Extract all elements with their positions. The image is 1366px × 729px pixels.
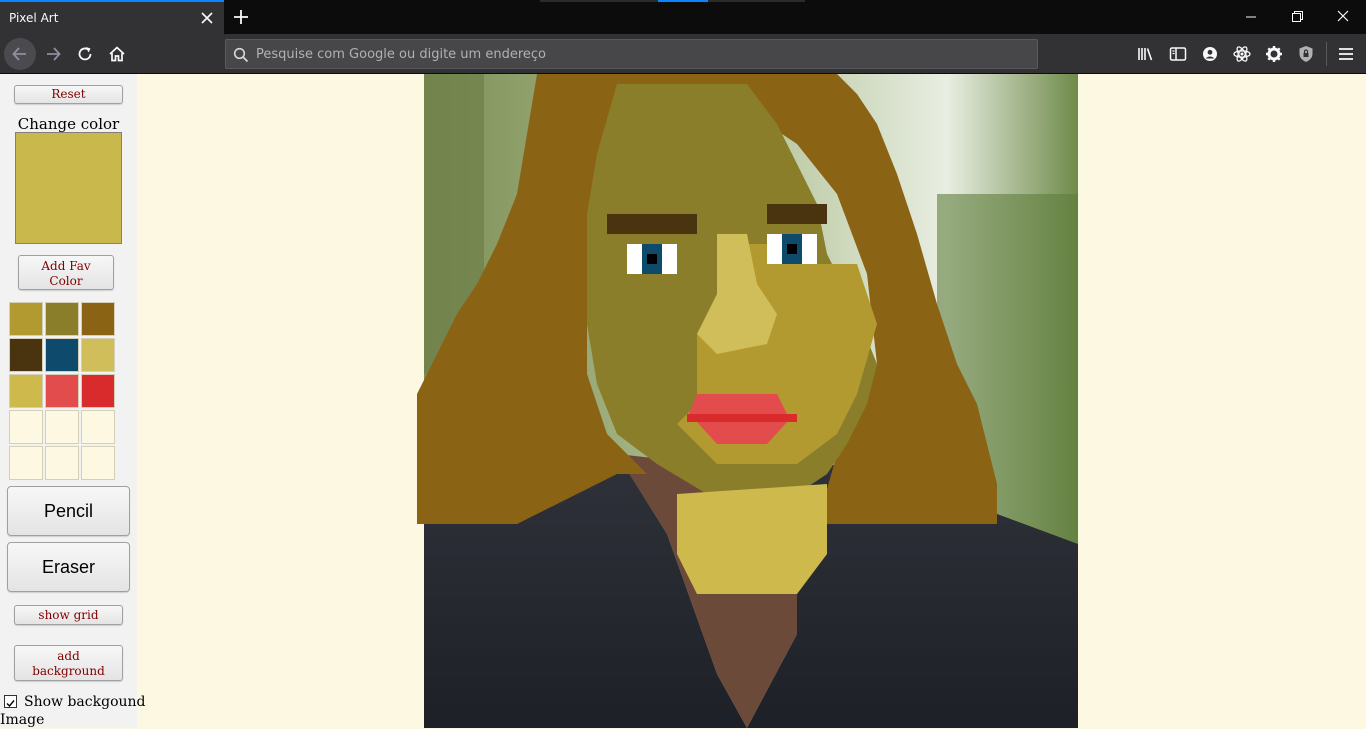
minimize-icon[interactable] [1239, 6, 1263, 28]
palette-swatch[interactable] [81, 446, 115, 480]
sidebar-icon[interactable] [1168, 44, 1188, 64]
loading-indicator [540, 0, 805, 2]
palette-swatch[interactable] [9, 302, 43, 336]
tab-title: Pixel Art [9, 11, 59, 25]
show-grid-button[interactable]: show grid [14, 605, 123, 625]
tool-sidebar: Reset Change color Add Fav Color Pencil … [0, 74, 146, 728]
palette-swatch[interactable] [9, 338, 43, 372]
palette-swatch[interactable] [9, 446, 43, 480]
left-pupil [647, 254, 657, 264]
close-icon[interactable] [1331, 6, 1355, 28]
close-icon[interactable] [198, 9, 216, 27]
hamburger-menu-icon[interactable] [1336, 44, 1356, 64]
right-pupil [787, 244, 797, 254]
palette-swatch[interactable] [45, 338, 79, 372]
forward-arrow-icon[interactable] [37, 38, 69, 70]
url-bar[interactable] [225, 39, 1038, 69]
palette-swatch[interactable] [45, 410, 79, 444]
reload-icon[interactable] [69, 38, 101, 70]
lip-line [687, 414, 797, 422]
account-icon[interactable] [1200, 44, 1220, 64]
palette-swatch[interactable] [45, 374, 79, 408]
add-fav-label-line1: Add Fav [41, 258, 91, 273]
palette-swatch[interactable] [81, 410, 115, 444]
add-bg-label-line2: background [32, 664, 105, 678]
right-brow [767, 204, 827, 224]
palette-swatch[interactable] [81, 338, 115, 372]
library-icon[interactable] [1136, 44, 1156, 64]
search-icon [233, 47, 249, 63]
palette-swatch[interactable] [45, 446, 79, 480]
left-brow [607, 214, 697, 234]
chin [677, 484, 827, 594]
back-arrow-icon[interactable] [4, 38, 36, 70]
home-icon[interactable] [101, 38, 133, 70]
add-fav-label-line2: Color [49, 273, 83, 288]
palette-swatch[interactable] [9, 410, 43, 444]
page-content: Reset Change color Add Fav Color Pencil … [0, 74, 1366, 728]
plus-icon[interactable] [230, 6, 252, 28]
pixel-art-canvas[interactable] [417, 74, 1078, 728]
reset-button[interactable]: Reset [14, 85, 123, 104]
show-background-label: Show backgound [24, 694, 146, 710]
add-background-button[interactable]: add background [14, 645, 123, 681]
palette-swatch[interactable] [45, 302, 79, 336]
gear-icon[interactable] [1264, 44, 1284, 64]
toolbar-separator [1326, 42, 1327, 66]
react-devtools-icon[interactable] [1232, 44, 1252, 64]
add-bg-label-line1: add [57, 649, 80, 663]
navigation-toolbar [0, 34, 1366, 74]
url-input[interactable] [256, 45, 1016, 63]
browser-titlebar: Pixel Art [0, 0, 1366, 34]
add-fav-color-button[interactable]: Add Fav Color [18, 255, 114, 290]
show-background-label-cont: Image [0, 712, 45, 728]
shield-icon[interactable] [1296, 44, 1316, 64]
restore-icon[interactable] [1285, 6, 1309, 28]
change-color-label: Change color [17, 115, 120, 133]
browser-tab[interactable]: Pixel Art [0, 0, 224, 34]
show-background-checkbox[interactable] [4, 695, 17, 708]
pixel-canvas-area[interactable] [417, 74, 1078, 728]
eraser-button[interactable]: Eraser [7, 542, 130, 592]
color-picker[interactable] [15, 132, 122, 244]
palette-swatch[interactable] [81, 374, 115, 408]
pencil-button[interactable]: Pencil [7, 486, 130, 536]
palette-swatch[interactable] [9, 374, 43, 408]
palette-swatch[interactable] [81, 302, 115, 336]
